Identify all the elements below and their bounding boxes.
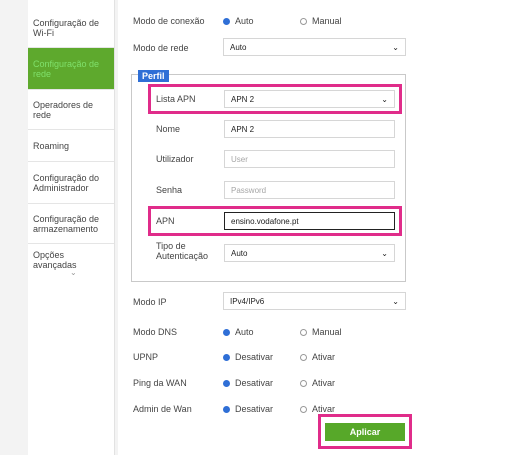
- wan-admin-disable-radio[interactable]: Desativar: [223, 404, 273, 414]
- dns-mode-manual-radio[interactable]: Manual: [300, 327, 342, 337]
- wan-admin-label: Admin de Wan: [133, 404, 192, 414]
- sidebar-item-storage-config[interactable]: Configuração de armazenamento: [28, 204, 114, 244]
- radio-selected-icon: [223, 405, 230, 413]
- network-mode-select[interactable]: Auto ⌄: [223, 38, 406, 56]
- network-mode-label: Modo de rede: [133, 43, 189, 53]
- apn-highlight: [148, 206, 402, 236]
- auth-type-select[interactable]: Auto ⌄: [224, 244, 395, 262]
- radio-unselected-icon: [300, 328, 307, 336]
- apply-highlight: [318, 414, 412, 449]
- chevron-down-icon: ⌄: [392, 43, 399, 52]
- chevron-down-icon[interactable]: ⌄: [70, 268, 77, 277]
- sidebar-item-label: Configuração de rede: [33, 58, 100, 79]
- radio-selected-icon: [223, 17, 230, 25]
- user-input[interactable]: User: [224, 150, 395, 168]
- sidebar-item-label: Configuração do Administrador: [33, 172, 100, 193]
- wan-ping-enable-radio[interactable]: Ativar: [300, 378, 335, 388]
- radio-unselected-icon: [300, 379, 307, 387]
- connection-mode-auto-radio[interactable]: Auto: [223, 16, 254, 26]
- dns-mode-auto-radio[interactable]: Auto: [223, 327, 254, 337]
- wan-ping-label: Ping da WAN: [133, 378, 187, 388]
- sidebar-item-network-config[interactable]: Configuração de rede: [28, 48, 114, 90]
- radio-unselected-icon: [300, 17, 307, 25]
- sidebar-item-roaming[interactable]: Roaming: [28, 130, 114, 162]
- upnp-label: UPNP: [133, 352, 159, 362]
- upnp-disable-radio[interactable]: Desativar: [223, 352, 273, 362]
- radio-selected-icon: [223, 328, 230, 336]
- wan-ping-disable-radio[interactable]: Desativar: [223, 378, 273, 388]
- connection-mode-label: Modo de conexão: [133, 16, 205, 26]
- auth-type-label: Tipo de Autenticação: [156, 241, 209, 261]
- sidebar-item-label: Operadores de rede: [33, 99, 94, 120]
- name-input[interactable]: APN 2: [224, 120, 395, 138]
- radio-unselected-icon: [300, 353, 307, 361]
- dns-mode-label: Modo DNS: [133, 327, 178, 337]
- radio-selected-icon: [223, 353, 230, 361]
- apn-list-highlight: [148, 84, 402, 114]
- sidebar-item-label: Roaming: [33, 140, 70, 151]
- sidebar-item-wifi-config[interactable]: Configuração de Wi-Fi: [28, 8, 114, 48]
- sidebar-item-label: Configuração de armazenamento: [33, 213, 100, 234]
- upnp-enable-radio[interactable]: Ativar: [300, 352, 335, 362]
- radio-unselected-icon: [300, 405, 307, 413]
- name-label: Nome: [156, 124, 181, 134]
- chevron-down-icon: ⌄: [392, 297, 399, 306]
- ip-mode-select[interactable]: IPv4/IPv6 ⌄: [223, 292, 406, 310]
- sidebar-item-label: Opções avançadas: [33, 250, 77, 270]
- profile-legend: Perfil: [138, 70, 169, 82]
- radio-selected-icon: [223, 379, 230, 387]
- sidebar: Configuração de Wi-Fi Configuração de re…: [28, 0, 115, 455]
- user-label: Utilizador: [156, 154, 194, 164]
- settings-page: Configuração de Wi-Fi Configuração de re…: [0, 0, 518, 455]
- sidebar-item-admin-config[interactable]: Configuração do Administrador: [28, 162, 114, 204]
- password-label: Senha: [156, 185, 183, 195]
- connection-mode-manual-radio[interactable]: Manual: [300, 16, 342, 26]
- password-input[interactable]: Password: [224, 181, 395, 199]
- chevron-down-icon: ⌄: [381, 249, 388, 258]
- sidebar-item-label: Configuração de Wi-Fi: [33, 17, 100, 38]
- ip-mode-label: Modo IP: [133, 297, 167, 307]
- sidebar-item-network-operators[interactable]: Operadores de rede: [28, 90, 114, 130]
- wan-admin-enable-radio[interactable]: Ativar: [300, 404, 335, 414]
